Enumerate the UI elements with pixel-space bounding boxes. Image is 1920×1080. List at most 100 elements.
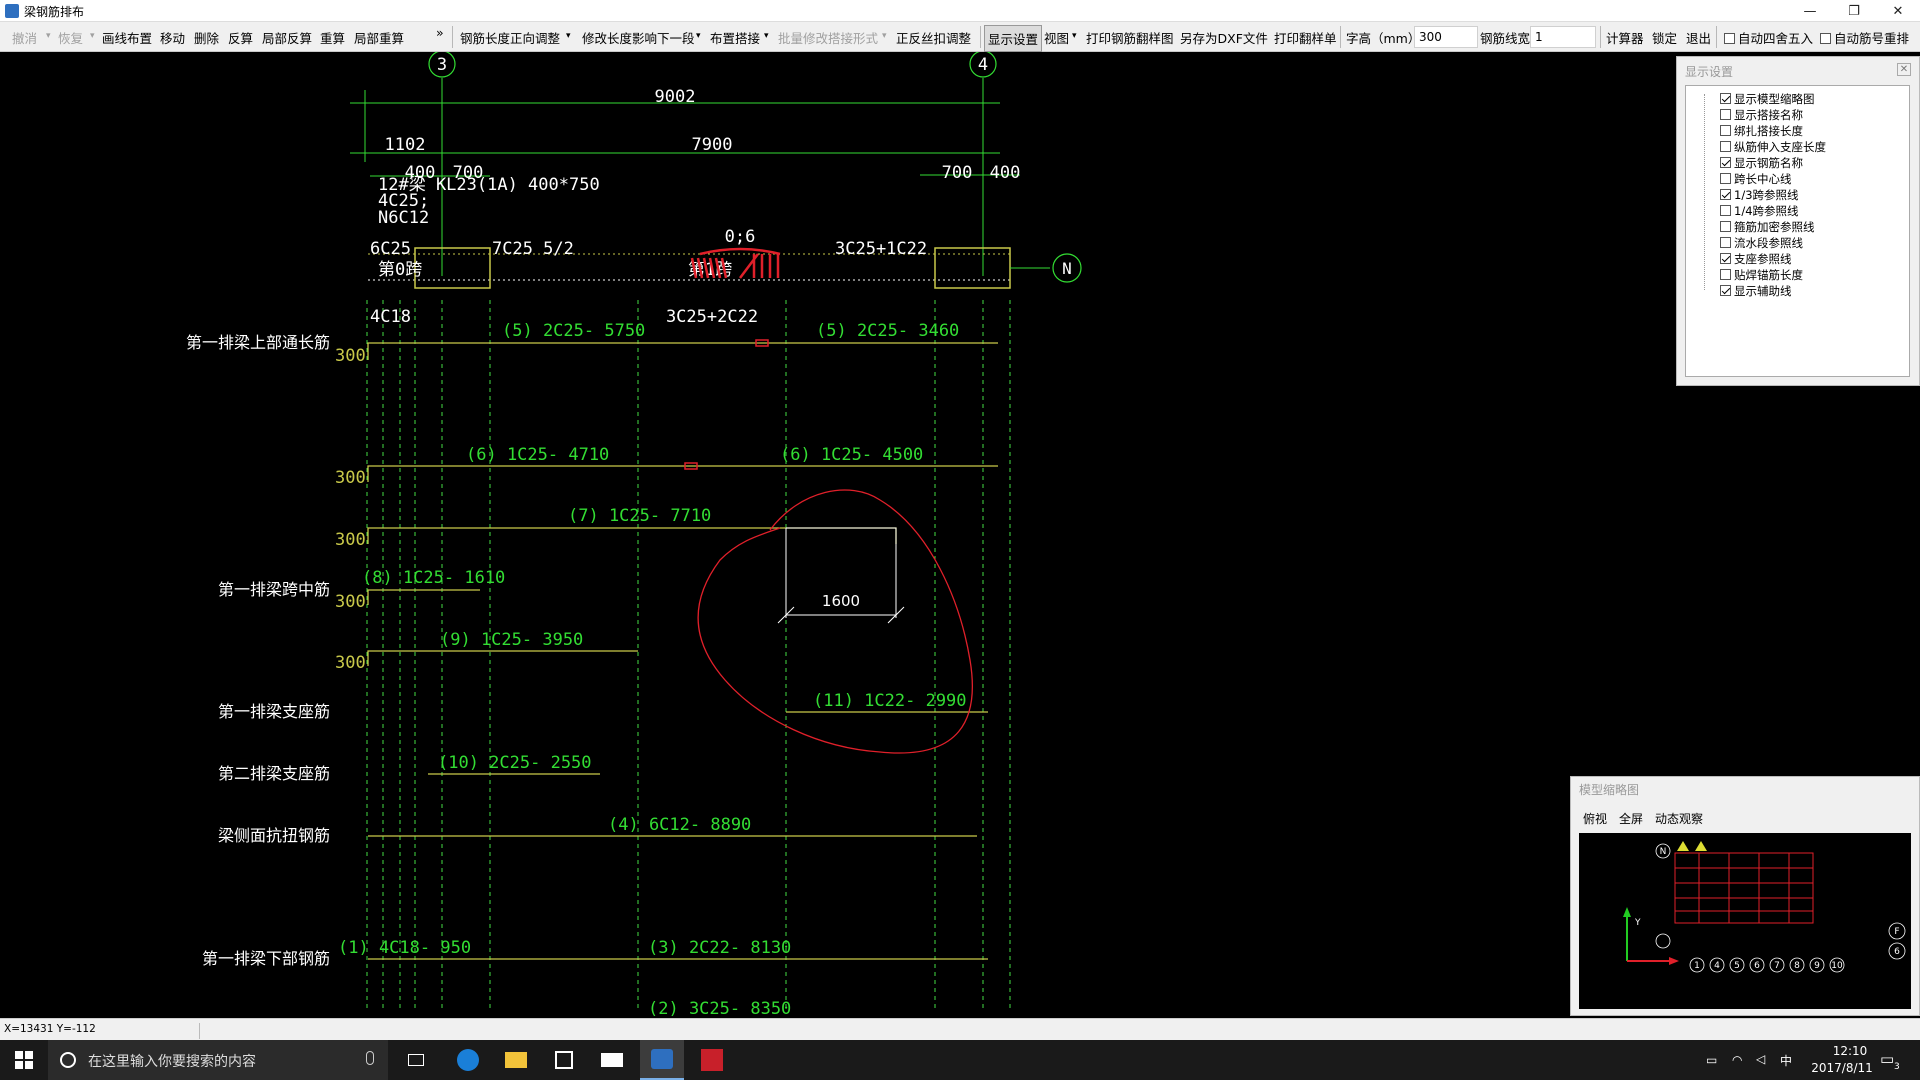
display-option[interactable]: 流水段参照线 (1720, 235, 1803, 251)
undo-button[interactable]: 撤消 (12, 28, 37, 47)
display-option[interactable]: 纵筋伸入支座长度 (1720, 139, 1826, 155)
redo-button[interactable]: 恢复 (58, 28, 83, 47)
minimize-button[interactable]: — (1788, 0, 1832, 22)
line-width-input[interactable]: 1 (1530, 26, 1596, 48)
wifi-icon[interactable]: ◠ (1732, 1053, 1742, 1067)
notification-icon[interactable]: ▭ (1880, 1050, 1894, 1068)
delete-button[interactable]: 删除 (194, 28, 219, 47)
calculator-button[interactable]: 计算器 (1606, 28, 1644, 47)
axis-3-label: 3 (437, 55, 447, 75)
print-sample-button[interactable]: 打印钢筋翻样图 (1086, 28, 1174, 47)
axis-6-label: 6 (1894, 947, 1900, 957)
thread-adjust-button[interactable]: 正反丝扣调整 (896, 28, 971, 47)
display-option[interactable]: 贴焊锚筋长度 (1720, 267, 1803, 283)
checkbox-icon[interactable] (1724, 33, 1735, 44)
microphone-icon[interactable] (366, 1051, 374, 1065)
display-option[interactable]: 支座参照线 (1720, 251, 1792, 267)
rebar-length-adjust-button[interactable]: 钢筋长度正向调整 (460, 28, 560, 47)
display-option-label: 支座参照线 (1734, 252, 1792, 266)
view-button[interactable]: 视图 (1044, 28, 1069, 47)
model-thumbnail-view[interactable]: N 1 4 5 6 7 8 9 10 F 6 Y (1579, 833, 1911, 1009)
taskbar-search[interactable]: 在这里输入你要搜索的内容 (48, 1040, 388, 1080)
layout-splice-button[interactable]: 布置搭接 (710, 28, 760, 47)
clock-date[interactable]: 2017/8/11 (1802, 1061, 1882, 1075)
battery-icon[interactable]: ▭ (1706, 1053, 1717, 1067)
display-option-label: 箍筋加密参照线 (1734, 220, 1815, 234)
checkbox-icon[interactable] (1720, 285, 1731, 296)
checkbox-icon[interactable] (1720, 237, 1731, 248)
rebar-app-taskbar-icon[interactable] (640, 1040, 684, 1080)
auto-round-checkbox[interactable]: 自动四舍五入 (1724, 28, 1813, 47)
modify-length-next-button[interactable]: 修改长度影响下一段 (582, 28, 695, 47)
layout-splice-dropdown-icon[interactable]: ▾ (764, 31, 769, 41)
display-option[interactable]: 1/4跨参照线 (1720, 203, 1799, 219)
store-icon[interactable] (544, 1040, 584, 1080)
save-dxf-button[interactable]: 另存为DXF文件 (1180, 28, 1268, 47)
undo-dropdown-icon[interactable]: ▾ (46, 31, 51, 41)
start-button[interactable] (0, 1040, 48, 1080)
restore-button[interactable]: ❐ (1832, 0, 1876, 22)
dim-total: 9002 (655, 87, 696, 107)
checkbox-icon[interactable] (1720, 109, 1731, 120)
file-explorer-icon[interactable] (496, 1040, 536, 1080)
font-height-input[interactable]: 300 (1414, 26, 1478, 48)
checkbox-icon[interactable] (1720, 173, 1731, 184)
rebar-length-dropdown-icon[interactable]: ▾ (566, 31, 571, 41)
checkbox-icon[interactable] (1720, 93, 1731, 104)
display-option[interactable]: 显示辅助线 (1720, 283, 1792, 299)
display-option[interactable]: 显示钢筋名称 (1720, 155, 1803, 171)
clock-time[interactable]: 12:10 (1818, 1044, 1882, 1058)
task-view-icon[interactable] (396, 1040, 436, 1080)
display-option[interactable]: 显示模型缩略图 (1720, 91, 1815, 107)
close-icon[interactable]: ✕ (1897, 63, 1911, 76)
redo-dropdown-icon[interactable]: ▾ (90, 31, 95, 41)
draw-lines-button[interactable]: 画线布置 (102, 28, 152, 47)
checkbox-icon[interactable] (1720, 189, 1731, 200)
row-support1: 第一排梁支座筋 (218, 702, 330, 721)
modify-length-dropdown-icon[interactable]: ▾ (696, 31, 701, 41)
local-reverse-calc-button[interactable]: 局部反算 (262, 28, 312, 47)
display-option[interactable]: 跨长中心线 (1720, 171, 1792, 187)
reverse-calc-button[interactable]: 反算 (228, 28, 253, 47)
ime-indicator[interactable]: 中 (1780, 1052, 1792, 1069)
exit-button[interactable]: 退出 (1686, 28, 1711, 47)
display-option[interactable]: 绑扎搭接长度 (1720, 123, 1803, 139)
top-view-button[interactable]: 俯视 (1583, 810, 1607, 827)
overflow-chevron-icon[interactable]: » (436, 25, 444, 40)
display-option[interactable]: 1/3跨参照线 (1720, 187, 1799, 203)
display-settings-button[interactable]: 显示设置 (984, 25, 1043, 52)
fullscreen-button[interactable]: 全屏 (1619, 810, 1643, 827)
offset-label: 300 (335, 592, 366, 612)
display-option[interactable]: 显示搭接名称 (1720, 107, 1803, 123)
checkbox-icon[interactable] (1720, 205, 1731, 216)
line-width-label: 钢筋线宽 (1480, 31, 1531, 46)
checkbox-icon[interactable] (1720, 125, 1731, 136)
local-recalc-button[interactable]: 局部重算 (354, 28, 404, 47)
view-dropdown-icon[interactable]: ▾ (1072, 31, 1077, 41)
dynamic-view-button[interactable]: 动态观察 (1655, 810, 1703, 827)
north-marker: N (1052, 253, 1082, 283)
checkbox-icon[interactable] (1720, 141, 1731, 152)
print-list-button[interactable]: 打印翻样单 (1274, 28, 1337, 47)
batch-splice-dropdown-icon[interactable]: ▾ (882, 31, 887, 41)
close-button[interactable]: ✕ (1876, 0, 1920, 22)
autocad-icon[interactable] (690, 1040, 734, 1080)
move-button[interactable]: 移动 (160, 28, 185, 47)
checkbox-icon[interactable] (1720, 221, 1731, 232)
display-option[interactable]: 箍筋加密参照线 (1720, 219, 1815, 235)
red-annotation-circle (697, 489, 974, 754)
recalc-button[interactable]: 重算 (320, 28, 345, 47)
rebar-lines[interactable] (367, 342, 998, 960)
checkbox-icon[interactable] (1720, 269, 1731, 280)
checkbox-icon[interactable] (1720, 157, 1731, 168)
edge-browser-icon[interactable] (448, 1040, 488, 1080)
checkbox-icon[interactable] (1820, 33, 1831, 44)
bar-label: (1) 4C18- 950 (338, 938, 471, 958)
mail-icon[interactable] (592, 1040, 632, 1080)
checkbox-icon[interactable] (1720, 253, 1731, 264)
auto-renumber-checkbox[interactable]: 自动筋号重排 (1820, 28, 1909, 47)
lock-button[interactable]: 锁定 (1652, 28, 1677, 47)
window-title: 梁钢筋排布 (24, 5, 85, 19)
volume-icon[interactable]: ◁ (1756, 1052, 1765, 1066)
batch-splice-button[interactable]: 批量修改搭接形式 (778, 28, 878, 47)
